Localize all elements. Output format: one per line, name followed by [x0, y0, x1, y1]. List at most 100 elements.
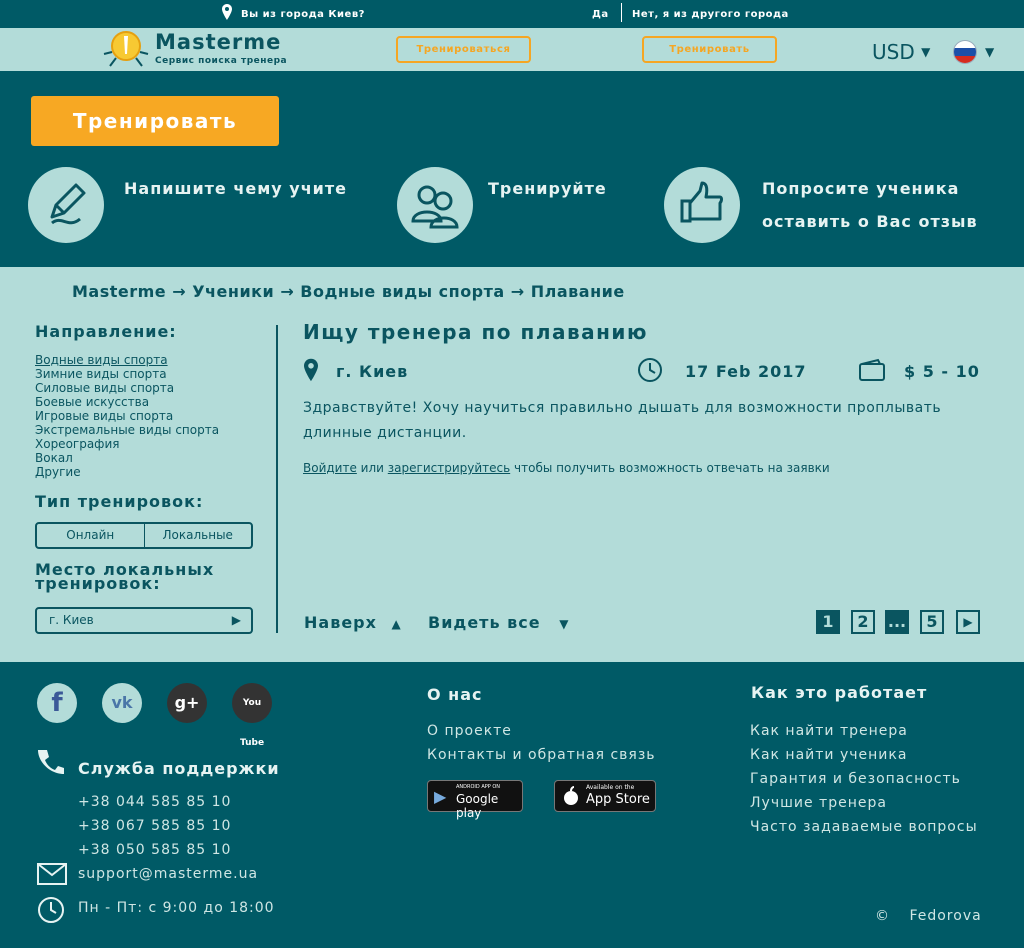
direction-item[interactable]: Экстремальные виды спорта: [35, 423, 219, 437]
google-plus-icon[interactable]: g+: [167, 683, 207, 723]
or-text: или: [360, 461, 384, 475]
direction-item[interactable]: Зимние виды спорта: [35, 367, 219, 381]
scroll-top-label: Наверх: [304, 613, 377, 632]
divider: [621, 3, 622, 22]
triangle-up-icon: ▲: [391, 617, 402, 631]
footer-link[interactable]: Лучшие тренера: [750, 791, 978, 815]
register-link[interactable]: зарегистрируйтесь: [388, 461, 510, 475]
how-links: Как найти тренера Как найти ученика Гара…: [750, 719, 978, 839]
wallet-icon: [859, 358, 885, 381]
copyright: © Fedorova: [875, 908, 982, 924]
direction-item[interactable]: Игровые виды спорта: [35, 409, 219, 423]
currency-select[interactable]: USD ▼: [872, 40, 930, 64]
type-local-option[interactable]: Локальные: [145, 524, 252, 547]
vk-icon[interactable]: vk: [102, 683, 142, 723]
phone-icon: [38, 750, 64, 774]
support-phones: +38 044 585 85 10 +38 067 585 85 10 +38 …: [78, 790, 231, 862]
google-play-label: Google play: [456, 792, 499, 820]
city-question: Вы из города Киев?: [241, 9, 365, 20]
local-place-title: Место локальных тренировок:: [35, 562, 214, 593]
currency-value: USD: [872, 40, 915, 64]
direction-list: Водные виды спорта Зимние виды спорта Си…: [35, 353, 219, 479]
train-as-coach-button[interactable]: Тренировать: [642, 36, 777, 63]
local-place-title-line-2: тренировок:: [35, 574, 161, 593]
thumbs-up-icon: [680, 181, 723, 223]
city-yes-link[interactable]: Да: [592, 9, 609, 20]
step-1-circle: [28, 167, 104, 243]
training-type-title: Тип тренировок:: [35, 492, 204, 511]
request-description: Здравствуйте! Хочу научиться правильно д…: [303, 400, 942, 441]
play-arrow-icon: ▶: [231, 613, 241, 627]
direction-item[interactable]: Боевые искусства: [35, 395, 219, 409]
footer-link[interactable]: Часто задаваемые вопросы: [750, 815, 978, 839]
step-2-circle: [397, 167, 473, 243]
users-icon: [411, 185, 459, 229]
phone-number[interactable]: +38 050 585 85 10: [78, 838, 231, 862]
support-email[interactable]: support@masterme.ua: [78, 866, 258, 882]
train-as-student-button[interactable]: Тренироваться: [396, 36, 531, 63]
breadcrumb-item[interactable]: Ученики: [192, 282, 274, 301]
breadcrumb: Masterme → Ученики → Водные виды спорта …: [72, 282, 625, 301]
direction-item[interactable]: Другие: [35, 465, 219, 479]
breadcrumb-item[interactable]: Плавание: [531, 282, 625, 301]
footer-link[interactable]: Как найти тренера: [750, 719, 978, 743]
working-hours: Пн - Пт: с 9:00 до 18:00: [78, 900, 275, 916]
app-store-small: Available on the: [586, 784, 635, 791]
breadcrumb-item[interactable]: Водные виды спорта: [300, 282, 504, 301]
how-it-works-title: Как это работает: [751, 683, 928, 702]
next-page-icon[interactable]: ▶: [956, 610, 980, 634]
footer-link[interactable]: Контакты и обратная связь: [427, 743, 656, 767]
language-flag-icon[interactable]: [953, 40, 977, 64]
phone-number[interactable]: +38 067 585 85 10: [78, 814, 231, 838]
become-coach-cta-button[interactable]: Тренировать: [31, 96, 279, 146]
request-city: г. Киев: [336, 362, 409, 381]
language-chevron-down-icon[interactable]: ▼: [985, 45, 994, 59]
logo-title[interactable]: Masterme: [155, 30, 281, 54]
clock-icon: [38, 897, 64, 923]
footer-link[interactable]: Как найти ученика: [750, 743, 978, 767]
see-all-link[interactable]: Видеть все ▼: [428, 613, 569, 632]
location-pin-icon: [222, 4, 232, 20]
login-link[interactable]: Войдите: [303, 461, 357, 475]
step-2-text: Тренируйте: [488, 179, 607, 198]
page-5-button[interactable]: 5: [920, 610, 944, 634]
footer-link[interactable]: Гарантия и безопасность: [750, 767, 978, 791]
request-date: 17 Feb 2017: [685, 362, 807, 381]
see-all-label: Видеть все: [428, 613, 541, 632]
location-pin-icon: [304, 358, 318, 382]
city-no-link[interactable]: Нет, я из другого города: [632, 9, 789, 20]
page-2-button[interactable]: 2: [851, 610, 875, 634]
direction-item[interactable]: Хореография: [35, 437, 219, 451]
page-ellipsis[interactable]: ...: [885, 610, 909, 634]
chevron-down-icon: ▼: [921, 45, 931, 59]
request-title: Ищу тренера по плаванию: [303, 320, 648, 344]
about-links: О проекте Контакты и обратная связь: [427, 719, 656, 767]
direction-item[interactable]: Силовые виды спорта: [35, 381, 219, 395]
app-store-badge[interactable]: Available on the App Store: [554, 780, 656, 812]
phone-number[interactable]: +38 044 585 85 10: [78, 790, 231, 814]
page-1-button[interactable]: 1: [816, 610, 840, 634]
youtube-icon[interactable]: You Tube: [232, 683, 272, 748]
footer-link[interactable]: О проекте: [427, 719, 656, 743]
direction-title: Направление:: [35, 322, 177, 341]
facebook-icon[interactable]: f: [37, 683, 77, 723]
google-play-badge[interactable]: ▶ ANDROID APP ON Google play: [427, 780, 523, 820]
logo-subtitle: Сервис поиска тренера: [155, 56, 288, 66]
login-note: Войдите или зарегистрируйтесь чтобы полу…: [303, 461, 830, 475]
scroll-top-link[interactable]: Наверх ▲: [304, 613, 402, 632]
sidebar-divider: [276, 325, 278, 633]
about-title: О нас: [427, 685, 483, 704]
logo-icon[interactable]: [102, 28, 150, 70]
city-select[interactable]: г. Киев ▶: [35, 607, 253, 634]
step-3-circle: [664, 167, 740, 243]
direction-item[interactable]: Водные виды спорта: [35, 353, 219, 367]
support-title: Служба поддержки: [78, 759, 280, 778]
breadcrumb-item[interactable]: Masterme: [72, 282, 166, 301]
direction-item[interactable]: Вокал: [35, 451, 219, 465]
step-3-line-1: Попросите ученика: [762, 179, 960, 198]
type-online-option[interactable]: Онлайн: [37, 524, 145, 547]
arrow-right-icon: →: [172, 282, 193, 301]
city-select-value: г. Киев: [49, 613, 94, 627]
clock-icon: [638, 358, 662, 382]
arrow-right-icon: →: [280, 282, 301, 301]
